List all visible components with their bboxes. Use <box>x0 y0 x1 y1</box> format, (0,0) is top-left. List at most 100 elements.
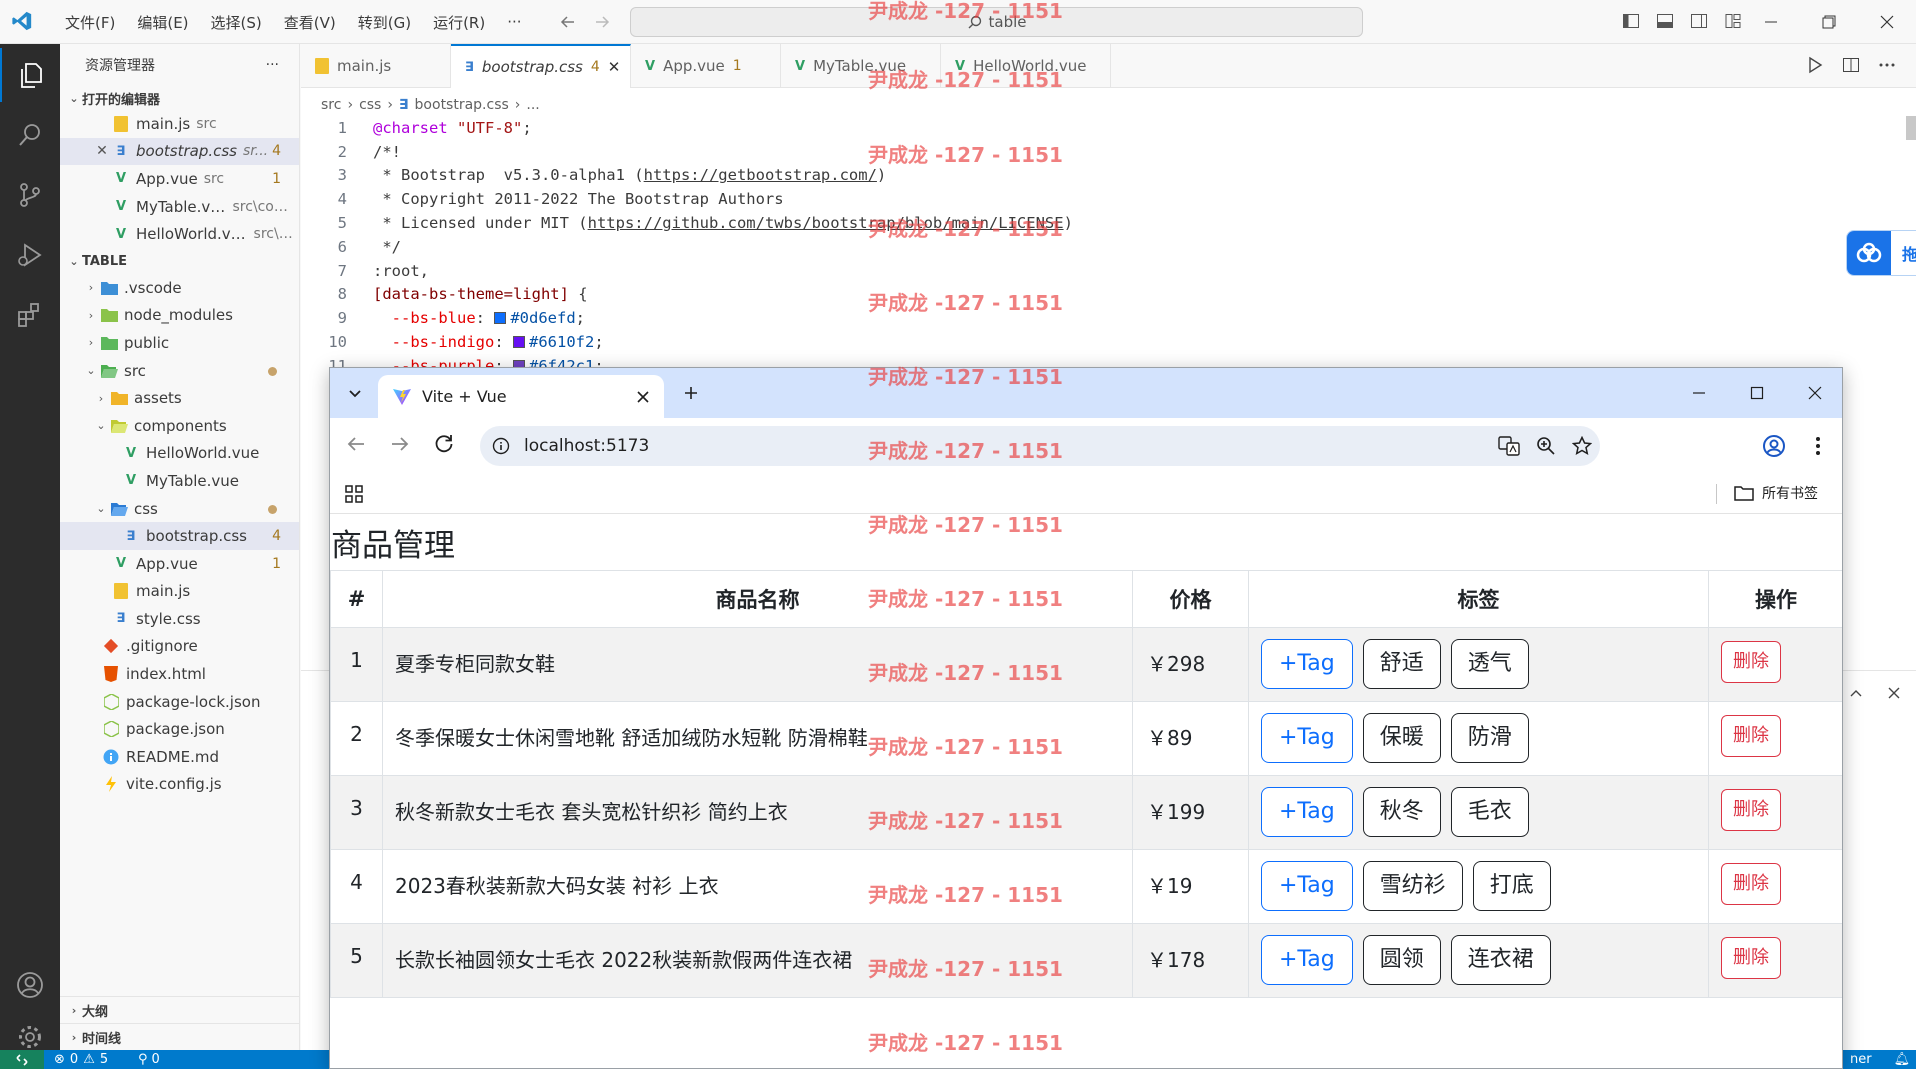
add-tag-button[interactable]: +Tag <box>1261 935 1353 985</box>
maximize-panel-icon[interactable] <box>1848 685 1864 701</box>
open-editor-item[interactable]: V HelloWorld.vue src\c... <box>60 220 299 248</box>
menu-edit[interactable]: 编辑(E) <box>126 12 199 33</box>
bookmark-star-icon[interactable] <box>1572 436 1592 456</box>
address-bar[interactable]: localhost:5173 <box>480 426 1600 466</box>
tree-item-package-lock[interactable]: package-lock.json <box>60 688 299 716</box>
delete-button[interactable]: 删除 <box>1721 641 1781 683</box>
breadcrumb-item[interactable]: src <box>321 97 341 113</box>
customize-layout-icon[interactable] <box>1724 12 1742 30</box>
tag-chip[interactable]: 防滑 <box>1450 713 1529 763</box>
tree-item-mytable[interactable]: V MyTable.vue <box>60 467 299 495</box>
tree-item-vite-config[interactable]: vite.config.js <box>60 771 299 799</box>
tag-chip[interactable]: 连衣裙 <box>1450 935 1551 985</box>
editor-scrollbar[interactable] <box>1906 116 1916 140</box>
tab-main-js[interactable]: main.js <box>301 44 451 88</box>
tree-item-helloworld[interactable]: V HelloWorld.vue <box>60 440 299 468</box>
tag-chip[interactable]: 秋冬 <box>1362 787 1441 837</box>
close-window-icon[interactable] <box>1786 368 1842 418</box>
toggle-primary-sidebar-icon[interactable] <box>1622 12 1640 30</box>
tag-chip[interactable]: 雪纺衫 <box>1362 861 1463 911</box>
explorer-more-button[interactable]: ··· <box>266 57 279 73</box>
close-window-icon[interactable] <box>1858 0 1916 44</box>
browser-tab[interactable]: Vite + Vue <box>378 375 664 418</box>
run-icon[interactable] <box>1806 56 1824 74</box>
open-editors-section[interactable]: ⌄ 打开的编辑器 <box>60 86 299 110</box>
add-tag-button[interactable]: +Tag <box>1261 713 1353 763</box>
tree-item-readme[interactable]: README.md <box>60 743 299 771</box>
drag-upload-button[interactable]: 拖拽至此上传 <box>1846 230 1916 276</box>
tree-item-css[interactable]: ⌄ css <box>60 495 299 523</box>
minimize-icon[interactable] <box>1742 0 1800 44</box>
site-info-icon[interactable] <box>492 437 510 455</box>
remote-indicator[interactable] <box>0 1050 44 1069</box>
go-back-icon[interactable] <box>558 12 578 32</box>
color-swatch-blue[interactable] <box>494 312 507 325</box>
tag-chip[interactable]: 打底 <box>1472 861 1551 911</box>
menu-go[interactable]: 转到(G) <box>347 12 422 33</box>
color-swatch-indigo[interactable] <box>513 336 525 349</box>
tree-item-app-vue[interactable]: V App.vue 1 <box>60 550 299 578</box>
close-panel-icon[interactable] <box>1886 685 1902 701</box>
tag-chip[interactable]: 圆领 <box>1362 935 1441 985</box>
menu-run[interactable]: 运行(R) <box>422 12 496 33</box>
tree-item-style-css[interactable]: ∃ style.css <box>60 605 299 633</box>
more-actions-icon[interactable] <box>1878 56 1896 74</box>
tab-bootstrap-css[interactable]: ∃ bootstrap.css 4 ✕ <box>451 44 631 88</box>
tree-item-package-json[interactable]: package.json <box>60 715 299 743</box>
problems-status[interactable]: ⊗ 0 ⚠ 5 <box>54 1050 108 1069</box>
tab-app-vue[interactable]: V App.vue 1 <box>631 44 781 88</box>
tree-item-src[interactable]: ⌄ src <box>60 357 299 385</box>
workspace-section[interactable]: ⌄ TABLE <box>60 250 299 274</box>
open-editor-item[interactable]: V App.vue src 1 <box>60 165 299 193</box>
close-tab-icon[interactable] <box>636 390 650 404</box>
breadcrumb-item[interactable]: bootstrap.css <box>415 97 509 113</box>
split-editor-icon[interactable] <box>1842 56 1860 74</box>
tab-search-button[interactable] <box>340 376 370 410</box>
timeline-section[interactable]: › 时间线 <box>60 1023 299 1050</box>
code-link[interactable]: https://github.com/twbs/bootstrap/blob/m… <box>588 214 1064 232</box>
zoom-icon[interactable] <box>1536 436 1556 456</box>
toggle-panel-icon[interactable] <box>1656 12 1674 30</box>
tag-chip[interactable]: 舒适 <box>1362 639 1441 689</box>
menu-file[interactable]: 文件(F) <box>54 12 126 33</box>
extensions-icon[interactable] <box>0 288 60 342</box>
tree-item-bootstrap-css[interactable]: ∃ bootstrap.css 4 <box>60 522 299 550</box>
tree-item-index-html[interactable]: index.html <box>60 660 299 688</box>
breadcrumb-item[interactable]: css <box>359 97 381 113</box>
menu-more[interactable]: ··· <box>496 13 532 31</box>
ports-status[interactable]: ⚲ 0 <box>138 1050 160 1069</box>
open-editor-item[interactable]: main.js src <box>60 110 299 138</box>
profile-icon[interactable] <box>1762 434 1786 458</box>
all-bookmarks-button[interactable]: 所有书签 <box>1734 483 1818 503</box>
tree-item-vscode[interactable]: › .vscode <box>60 274 299 302</box>
add-tag-button[interactable]: +Tag <box>1261 787 1353 837</box>
outline-section[interactable]: › 大纲 <box>60 996 299 1023</box>
tag-chip[interactable]: 毛衣 <box>1450 787 1529 837</box>
tree-item-public[interactable]: › public <box>60 329 299 357</box>
code-link[interactable]: https://getbootstrap.com/ <box>644 166 877 184</box>
close-tab-icon[interactable]: ✕ <box>608 58 621 76</box>
minimize-icon[interactable] <box>1670 368 1728 418</box>
tree-item-components[interactable]: ⌄ components <box>60 412 299 440</box>
tree-item-gitignore[interactable]: .gitignore <box>60 633 299 661</box>
reload-icon[interactable] <box>432 432 456 456</box>
tab-mytable-vue[interactable]: V MyTable.vue <box>781 44 941 88</box>
toggle-secondary-sidebar-icon[interactable] <box>1690 12 1708 30</box>
new-tab-button[interactable] <box>676 378 706 408</box>
accounts-icon[interactable] <box>0 958 60 1012</box>
maximize-icon[interactable] <box>1728 368 1786 418</box>
restore-icon[interactable] <box>1800 0 1858 44</box>
breadcrumb-item[interactable]: ... <box>526 97 539 113</box>
add-tag-button[interactable]: +Tag <box>1261 639 1353 689</box>
back-arrow-icon[interactable] <box>344 432 368 456</box>
source-control-icon[interactable] <box>0 168 60 222</box>
close-editor-icon[interactable]: ✕ <box>92 143 112 159</box>
menu-selection[interactable]: 选择(S) <box>200 12 273 33</box>
bell-icon[interactable]: 🔔︎ <box>1894 1052 1911 1067</box>
add-tag-button[interactable]: +Tag <box>1261 861 1353 911</box>
menu-view[interactable]: 查看(V) <box>273 12 347 33</box>
command-center-search[interactable]: table <box>630 7 1363 37</box>
tag-chip[interactable]: 透气 <box>1450 639 1529 689</box>
tree-item-main-js[interactable]: main.js <box>60 578 299 606</box>
open-editor-item[interactable]: V MyTable.vue src\com... <box>60 193 299 221</box>
